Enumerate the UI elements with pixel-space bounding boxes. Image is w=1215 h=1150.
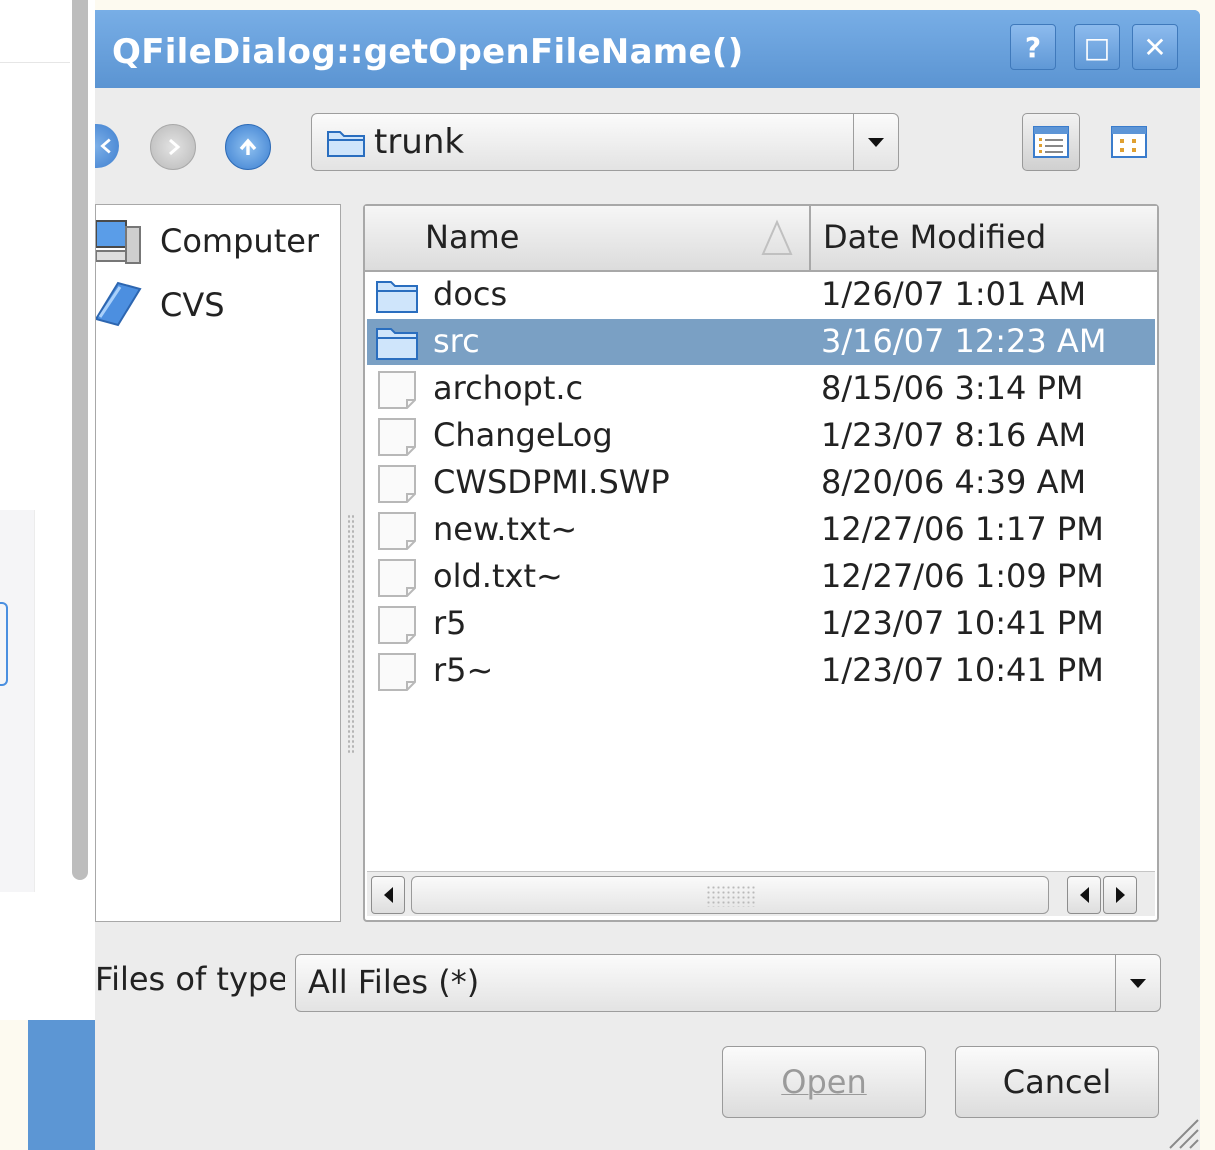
- file-name: old.txt~: [433, 557, 563, 595]
- close-button[interactable]: ✕: [1132, 24, 1178, 70]
- file-icon: [375, 464, 419, 512]
- scroll-left-button[interactable]: [371, 876, 405, 914]
- thumb-grip: [706, 885, 756, 907]
- table-row[interactable]: src 3/16/07 12:23 AM: [367, 319, 1155, 365]
- folder-icon: [327, 131, 365, 157]
- maximize-button[interactable]: □: [1074, 24, 1120, 70]
- arrow-up-icon: [239, 138, 257, 155]
- forward-button[interactable]: [150, 124, 196, 170]
- table-row[interactable]: docs 1/26/07 1:01 AM: [367, 272, 1155, 318]
- background-window: [0, 0, 95, 1020]
- table-row[interactable]: CWSDPMI.SWP 8/20/06 4:39 AM: [367, 460, 1155, 506]
- file-icon: [375, 558, 419, 606]
- scroll-right-button[interactable]: [1103, 876, 1137, 914]
- file-list: Name Date Modified docs 1/26/07 1:01 AM sr…: [363, 204, 1159, 922]
- file-name: new.txt~: [433, 510, 578, 548]
- arrow-left-icon: [1079, 887, 1089, 903]
- file-name: r5: [433, 604, 467, 642]
- column-header-date-modified[interactable]: Date Modified: [811, 206, 1157, 272]
- arrow-left-icon: [100, 138, 111, 154]
- table-row[interactable]: old.txt~ 12/27/06 1:09 PM: [367, 554, 1155, 600]
- file-name: CWSDPMI.SWP: [433, 463, 670, 501]
- file-icon: [375, 370, 419, 418]
- file-icon: [375, 652, 419, 700]
- file-date-modified: 1/23/07 8:16 AM: [821, 416, 1087, 454]
- look-in-dropdown-arrow[interactable]: [853, 114, 898, 170]
- window-title: QFileDialog::getOpenFileName(): [112, 32, 744, 72]
- open-button-label: Open: [781, 1063, 867, 1101]
- arrow-right-icon: [169, 138, 181, 156]
- background-focus-outline: [0, 602, 8, 686]
- computer-icon: [96, 220, 141, 264]
- chevron-down-icon: [1130, 978, 1146, 988]
- file-name: docs: [433, 275, 508, 313]
- parent-directory-button[interactable]: [225, 124, 271, 170]
- look-in-value: trunk: [374, 122, 465, 162]
- file-name: archopt.c: [433, 369, 584, 407]
- file-icon: [375, 511, 419, 559]
- file-date-modified: 3/16/07 12:23 AM: [821, 322, 1107, 360]
- file-date-modified: 8/20/06 4:39 AM: [821, 463, 1087, 501]
- folder-icon: [96, 281, 142, 327]
- file-date-modified: 12/27/06 1:09 PM: [821, 557, 1104, 595]
- help-button[interactable]: ?: [1010, 24, 1056, 70]
- files-of-type-combo[interactable]: All Files (*): [295, 954, 1161, 1012]
- file-name: ChangeLog: [433, 416, 613, 454]
- detail-view-icon: [1033, 126, 1069, 158]
- table-row[interactable]: ChangeLog 1/23/07 8:16 AM: [367, 413, 1155, 459]
- dialog-body: trunk Computer CVS Name Date Modified do…: [95, 88, 1200, 1150]
- folder-icon: [375, 276, 419, 322]
- table-row[interactable]: r5 1/23/07 10:41 PM: [367, 601, 1155, 647]
- title-bar[interactable]: QFileDialog::getOpenFileName() ? □ ✕: [28, 10, 1200, 88]
- sidebar-item-label: CVS: [160, 286, 225, 324]
- files-of-type-dropdown-arrow[interactable]: [1115, 955, 1160, 1011]
- file-icon: [375, 605, 419, 653]
- open-button[interactable]: Open: [722, 1046, 926, 1118]
- file-date-modified: 1/23/07 10:41 PM: [821, 604, 1104, 642]
- arrow-left-icon: [383, 887, 393, 903]
- file-date-modified: 1/23/07 10:41 PM: [821, 651, 1104, 689]
- sidebar-item-label: Computer: [160, 222, 320, 260]
- list-view-button[interactable]: [1100, 113, 1158, 171]
- table-row[interactable]: new.txt~ 12/27/06 1:17 PM: [367, 507, 1155, 553]
- back-button[interactable]: [95, 124, 119, 168]
- places-sidebar: Computer CVS: [95, 204, 341, 922]
- folder-icon: [375, 323, 419, 369]
- table-row[interactable]: archopt.c 8/15/06 3:14 PM: [367, 366, 1155, 412]
- scroll-left-button-secondary[interactable]: [1067, 876, 1101, 914]
- splitter-handle[interactable]: [347, 514, 355, 754]
- files-of-type-value: All Files (*): [308, 963, 480, 1001]
- look-in-combo[interactable]: trunk: [311, 113, 899, 171]
- cancel-button[interactable]: Cancel: [955, 1046, 1159, 1118]
- file-name: src: [433, 322, 480, 360]
- arrow-right-icon: [1115, 887, 1125, 903]
- file-dialog: QFileDialog::getOpenFileName() ? □ ✕ tru…: [28, 10, 1200, 1150]
- chevron-down-icon: [868, 137, 884, 147]
- scrollbar-thumb[interactable]: [411, 876, 1049, 914]
- column-header-name[interactable]: Name: [365, 206, 811, 272]
- file-date-modified: 12/27/06 1:17 PM: [821, 510, 1104, 548]
- file-name: r5~: [433, 651, 494, 689]
- table-row[interactable]: r5~ 1/23/07 10:41 PM: [367, 648, 1155, 694]
- file-icon: [375, 417, 419, 465]
- divider: [0, 62, 70, 63]
- resize-grip-icon[interactable]: [1160, 1110, 1200, 1150]
- files-of-type-label: Files of type:: [95, 960, 285, 998]
- sort-ascending-icon: [761, 219, 793, 255]
- background-scrollbar[interactable]: [72, 0, 88, 880]
- list-view-icon: [1111, 126, 1147, 158]
- horizontal-scrollbar[interactable]: [367, 871, 1155, 916]
- file-date-modified: 1/26/07 1:01 AM: [821, 275, 1087, 313]
- background-panel: [0, 510, 35, 892]
- file-date-modified: 8/15/06 3:14 PM: [821, 369, 1084, 407]
- detail-view-button[interactable]: [1022, 113, 1080, 171]
